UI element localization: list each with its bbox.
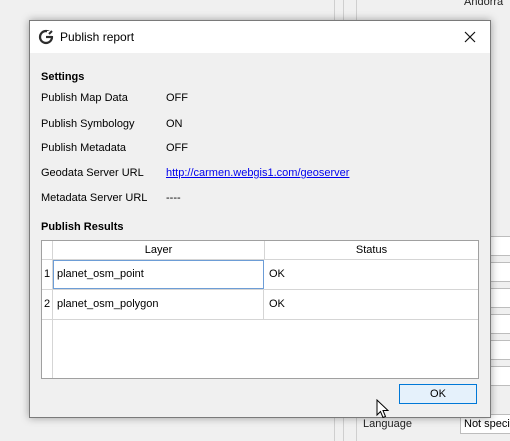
- background-field[interactable]: [489, 288, 510, 308]
- setting-value-metadata-server-url: ----: [166, 192, 181, 204]
- background-field[interactable]: [489, 262, 510, 282]
- row-number[interactable]: 1: [42, 260, 53, 289]
- column-header-status[interactable]: Status: [265, 241, 478, 259]
- close-button[interactable]: [450, 21, 490, 53]
- background-field[interactable]: [489, 314, 510, 334]
- background-field[interactable]: [489, 236, 510, 256]
- layer-cell[interactable]: planet_osm_point: [53, 260, 264, 289]
- publish-results-heading: Publish Results: [41, 221, 124, 233]
- setting-label-publish-map-data: Publish Map Data: [41, 92, 128, 104]
- background-field[interactable]: [489, 340, 510, 360]
- close-icon: [464, 31, 476, 43]
- dialog-titlebar[interactable]: Publish report: [30, 21, 490, 53]
- mouse-pointer-icon: [376, 399, 390, 419]
- table-corner[interactable]: [42, 241, 53, 259]
- setting-label-metadata-server-url: Metadata Server URL: [41, 192, 148, 204]
- setting-label-geodata-server-url: Geodata Server URL: [41, 167, 144, 179]
- layer-cell[interactable]: planet_osm_polygon: [53, 290, 264, 319]
- setting-value-publish-metadata: OFF: [166, 142, 188, 154]
- table-row[interactable]: 1 planet_osm_point OK: [42, 260, 478, 290]
- background-field[interactable]: [489, 366, 510, 386]
- setting-value-publish-symbology: ON: [166, 118, 183, 130]
- language-label: Language: [363, 418, 412, 430]
- setting-label-publish-symbology: Publish Symbology: [41, 118, 135, 130]
- ok-button[interactable]: OK: [399, 384, 477, 404]
- publish-report-dialog: Publish report Settings Publish Map Data…: [29, 20, 491, 418]
- column-header-layer[interactable]: Layer: [53, 241, 265, 259]
- dialog-title: Publish report: [60, 30, 135, 44]
- geodata-server-link[interactable]: http://carmen.webgis1.com/geoserver: [166, 167, 349, 179]
- status-cell[interactable]: OK: [265, 290, 478, 319]
- app-logo-icon: [38, 29, 54, 45]
- table-header: Layer Status: [42, 241, 478, 260]
- settings-heading: Settings: [41, 71, 85, 83]
- row-number[interactable]: 2: [42, 290, 53, 319]
- table-row[interactable]: 2 planet_osm_polygon OK: [42, 290, 478, 320]
- setting-value-publish-map-data: OFF: [166, 92, 188, 104]
- setting-label-publish-metadata: Publish Metadata: [41, 142, 126, 154]
- row-header-divider: [52, 320, 53, 378]
- publish-results-table[interactable]: Layer Status 1 planet_osm_point OK 2 pla…: [41, 240, 479, 379]
- background-text: Andorra: [464, 0, 504, 8]
- status-cell[interactable]: OK: [265, 260, 478, 289]
